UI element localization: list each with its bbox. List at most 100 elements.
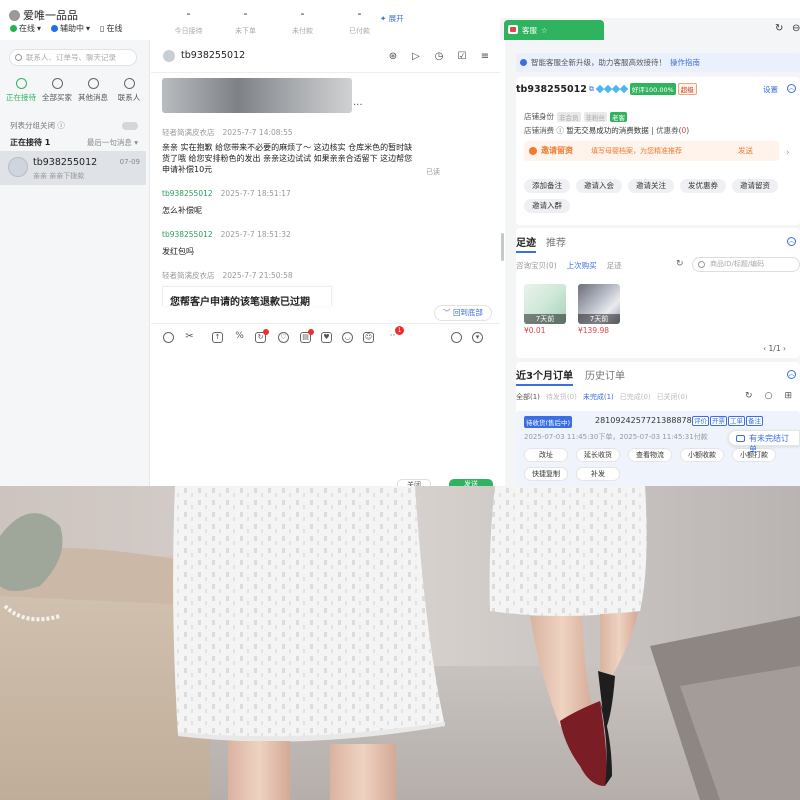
- tab-contacts[interactable]: 联系人: [111, 78, 147, 103]
- menu-icon[interactable]: ≡: [478, 49, 492, 63]
- good-rate-badge: 好评100.00%: [629, 83, 676, 95]
- tab-more-icon[interactable]: ⊖: [792, 23, 800, 34]
- coupon-icon[interactable]: ♥: [321, 332, 332, 343]
- pc-icon: ▯: [100, 24, 105, 33]
- tab-all-buyers[interactable]: 全部买家: [39, 78, 75, 103]
- tab-recent-orders[interactable]: 近3个月订单: [516, 367, 573, 386]
- more-options-icon[interactable]: ···: [353, 100, 363, 111]
- invite-group-button[interactable]: 邀请入群: [524, 199, 570, 213]
- notification-dot: [263, 329, 269, 335]
- guide-link[interactable]: 操作指南: [670, 58, 700, 67]
- filter-to-ship[interactable]: 待发货(0): [546, 392, 577, 402]
- smart-assist-icon[interactable]: ▾: [472, 332, 483, 343]
- quick-reply-icon[interactable]: [451, 332, 462, 343]
- message-image[interactable]: [162, 78, 352, 113]
- status-assist[interactable]: 辅助中 ▾: [51, 23, 90, 34]
- reship-button[interactable]: 补发: [576, 467, 620, 481]
- order-tag-ticket[interactable]: 工单: [728, 416, 745, 426]
- unfinished-orders-tip[interactable]: 有未完结订单: [728, 430, 800, 454]
- send-coupon-button[interactable]: 发优惠券: [680, 179, 726, 193]
- filter-all[interactable]: 全部(1): [516, 392, 540, 402]
- sort-dropdown[interactable]: 最后一句消息 ▾: [87, 137, 138, 148]
- chat-scrollbar[interactable]: [501, 233, 504, 261]
- product-image: 7天前: [524, 284, 566, 324]
- contact-search-input[interactable]: 联系人、订单号、聊天记录: [9, 49, 137, 66]
- refund-card[interactable]: 您帮客户申请的该笔退款已过期: [162, 286, 332, 308]
- product-search-input[interactable]: 商品ID/标题/编码: [692, 257, 800, 272]
- collapse-icon[interactable]: ︿: [787, 84, 796, 93]
- tab-customer-service[interactable]: 客服 ☆: [504, 20, 604, 40]
- chevron-right-icon[interactable]: ›: [786, 148, 790, 158]
- back-to-bottom-button[interactable]: ﹀ 回到底部: [434, 305, 492, 321]
- message-meta: tb938255012 2025-7-7 18:51:32: [162, 230, 291, 239]
- order-tag-invoice[interactable]: 开票: [710, 416, 727, 426]
- expand-button[interactable]: ✦ 展开: [380, 13, 404, 24]
- invite-follow-button[interactable]: 邀请关注: [628, 179, 674, 193]
- order-tag-review[interactable]: 评价: [692, 416, 709, 426]
- message-text: 发红包吗: [162, 247, 194, 256]
- add-note-button[interactable]: 添加备注: [524, 179, 570, 193]
- status-online[interactable]: 在线 ▾: [10, 23, 41, 34]
- search-icon: [698, 261, 705, 268]
- settings-link[interactable]: 设置: [763, 84, 778, 95]
- view-logistics-button[interactable]: 查看物流: [628, 448, 672, 462]
- tab-serving[interactable]: 正在接待: [3, 78, 39, 103]
- robot-icon[interactable]: ⊛: [386, 49, 400, 63]
- small-collect-button[interactable]: 小额收款: [680, 448, 724, 462]
- heart-icon[interactable]: ♡: [278, 332, 289, 343]
- emoji-icon[interactable]: [163, 332, 174, 343]
- order-time: 2025-07-03 11:45:30下单，2025-07-03 11:45:3…: [524, 433, 708, 441]
- product-price: ¥139.98: [578, 326, 610, 335]
- filter-closed[interactable]: 已关闭(0): [657, 392, 688, 402]
- invite-info-button[interactable]: 邀请留资: [732, 179, 778, 193]
- conversation-item[interactable]: tb938255012 07-09 亲亲 亲亲下拨款: [0, 151, 146, 185]
- search-icon[interactable]: ○: [765, 391, 773, 401]
- notification-dot: [308, 329, 314, 335]
- scissors-icon[interactable]: ✂: [184, 332, 195, 343]
- assist-moon-icon: [51, 25, 59, 32]
- product-item[interactable]: 7天前 ¥139.98: [578, 284, 620, 335]
- status-pc-online[interactable]: ▯ 在线: [100, 23, 122, 34]
- contact-card-icon[interactable]: ☺: [363, 332, 374, 343]
- checklist-icon[interactable]: ☑: [455, 49, 469, 63]
- tab-footprint[interactable]: 足迹: [516, 234, 536, 253]
- action-buttons: 添加备注 邀请入会 邀请关注 发优惠券 邀请留资 邀请入群: [524, 179, 794, 213]
- video-icon[interactable]: ▷: [409, 49, 423, 63]
- footprint-card: 足迹 推荐 ︿ 咨询宝贝(0) 上次购买 足迹 ↻ 商品ID/标题/编码 7天前…: [516, 228, 800, 358]
- subtab-inquiry[interactable]: 咨询宝贝(0): [516, 260, 557, 271]
- tab-recommend[interactable]: 推荐: [546, 234, 566, 253]
- quick-copy-button[interactable]: 快捷复制: [524, 467, 568, 481]
- stat-today: - 今日接待: [174, 7, 203, 36]
- copy-icon[interactable]: ⧉: [589, 85, 594, 94]
- order-item[interactable]: 待收货(售后中) 2810924257721388878 评价 开票 工单 备注…: [516, 411, 800, 486]
- message-meta: tb938255012 2025-7-7 18:51:17: [162, 189, 291, 198]
- filter-unfinished[interactable]: 未完成(1): [583, 392, 614, 402]
- collapse-icon[interactable]: ︿: [787, 237, 796, 246]
- invite-send-button[interactable]: 发送: [738, 141, 753, 161]
- product-item[interactable]: 7天前 ¥0.01: [524, 284, 566, 335]
- help-icon: ⓘ: [57, 121, 65, 130]
- group-toggle[interactable]: [122, 121, 138, 130]
- dress-photo-image: [0, 486, 800, 800]
- customer-card: tb938255012 ⧉ 好评100.00% 超级 设置 ︿ 店铺身份 非会员…: [516, 77, 800, 225]
- tab-other-messages[interactable]: 其他消息: [75, 78, 111, 103]
- change-address-button[interactable]: 改址: [524, 448, 568, 462]
- smile-icon[interactable]: ◡: [342, 332, 353, 343]
- order-tag-note[interactable]: 备注: [746, 416, 763, 426]
- filter-finished[interactable]: 已完成(0): [620, 392, 651, 402]
- subtab-footprint[interactable]: 足迹: [607, 260, 622, 271]
- star-icon[interactable]: ☆: [541, 26, 548, 35]
- subtab-last-purchase[interactable]: 上次购买: [567, 260, 597, 271]
- refresh-icon[interactable]: ↻: [775, 23, 783, 34]
- online-dot-icon: [10, 25, 17, 32]
- refresh-icon[interactable]: ↻: [745, 391, 753, 401]
- extend-receipt-button[interactable]: 延长收货: [576, 448, 620, 462]
- collapse-icon[interactable]: ︿: [787, 370, 796, 379]
- refresh-icon[interactable]: ↻: [676, 259, 684, 269]
- invite-member-button[interactable]: 邀请入会: [576, 179, 622, 193]
- tab-history-orders[interactable]: 历史订单: [585, 367, 625, 386]
- add-icon[interactable]: ⊞: [784, 391, 792, 401]
- upload-icon[interactable]: ↑: [212, 332, 223, 343]
- percent-icon[interactable]: %: [234, 332, 245, 343]
- history-icon[interactable]: ◷: [432, 49, 446, 63]
